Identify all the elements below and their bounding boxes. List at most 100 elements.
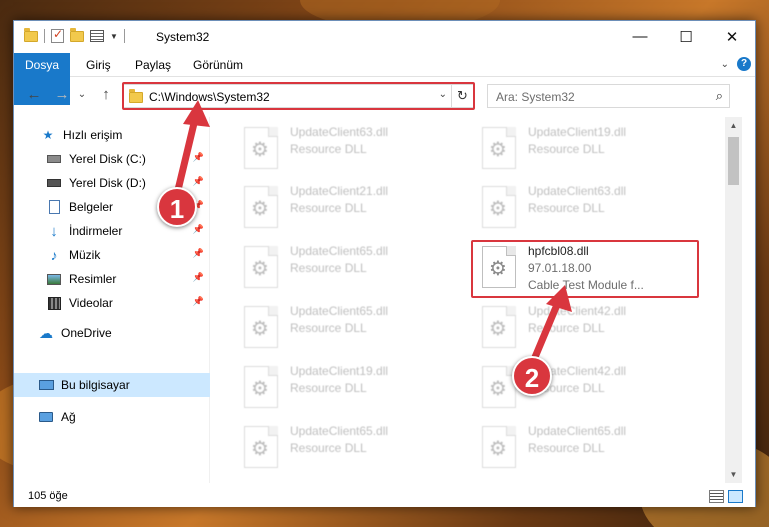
drive-icon	[46, 152, 62, 166]
file-name: UpdateClient21.dll	[290, 184, 389, 198]
pin-icon[interactable]: 📌	[193, 296, 204, 307]
item-count: 105 öğe	[28, 490, 68, 502]
sidebar-item-network[interactable]: Ağ	[14, 405, 210, 429]
gear-icon: ⚙	[251, 198, 269, 220]
file-item[interactable]: ⚙ UpdateClient19.dll Resource DLL	[232, 360, 462, 412]
pictures-icon	[46, 272, 62, 286]
file-item[interactable]: ⚙ UpdateClient63.dll Resource DLL	[232, 121, 462, 173]
maximize-button[interactable]: ☐	[663, 21, 709, 52]
pin-icon[interactable]: 📌	[193, 152, 204, 163]
details-view-icon[interactable]	[709, 490, 724, 503]
minimize-button[interactable]: —	[617, 21, 663, 52]
file-list: ⚙ UpdateClient63.dll Resource DLL ⚙ Upda…	[214, 117, 724, 483]
view-toggle	[709, 490, 743, 503]
file-name: UpdateClient65.dll	[290, 244, 389, 258]
sidebar-item-label: Videolar	[69, 296, 113, 310]
network-icon	[38, 410, 54, 424]
recent-locations-button[interactable]: ⌄	[72, 85, 92, 105]
pin-icon[interactable]: 📌	[193, 272, 204, 283]
gear-icon: ⚙	[489, 139, 507, 161]
close-button[interactable]: ✕	[709, 21, 755, 52]
gear-icon: ⚙	[489, 378, 507, 400]
file-item[interactable]: ⚙ UpdateClient65.dll Resource DLL	[232, 300, 462, 352]
dll-file-icon: ⚙	[482, 127, 516, 169]
vertical-scrollbar[interactable]: ▲ ▼	[725, 117, 742, 483]
dll-file-icon: ⚙	[244, 186, 278, 228]
scroll-up-icon[interactable]: ▲	[725, 117, 742, 134]
file-name: UpdateClient65.dll	[290, 424, 389, 438]
sidebar-item-label: Resimler	[69, 272, 117, 286]
back-button[interactable]: ←	[24, 85, 44, 105]
gear-icon: ⚙	[251, 438, 269, 460]
file-description: Resource DLL	[290, 261, 367, 275]
sidebar-item-this-pc[interactable]: Bu bilgisayar	[14, 373, 210, 397]
sidebar-item-onedrive[interactable]: ☁ OneDrive	[14, 321, 210, 345]
download-icon: ↓	[50, 222, 58, 240]
properties-check-icon[interactable]	[51, 27, 64, 43]
window-controls: — ☐ ✕	[617, 21, 755, 52]
file-item[interactable]: ⚙ UpdateClient63.dll Resource DLL	[470, 180, 700, 232]
file-item[interactable]: ⚙ UpdateClient65.dll Resource DLL	[232, 420, 462, 472]
file-description: Resource DLL	[290, 142, 367, 156]
chevron-down-icon[interactable]: ▼	[110, 32, 118, 41]
file-description: Resource DLL	[528, 321, 605, 335]
dll-file-icon: ⚙	[482, 306, 516, 348]
tab-share[interactable]: Paylaş	[135, 53, 171, 77]
ribbon-right-controls: ⌄ ?	[721, 57, 751, 71]
quick-access-toolbar: ▼	[24, 27, 125, 43]
videos-icon	[46, 296, 62, 310]
folder-icon	[24, 27, 38, 42]
sidebar-item-pictures[interactable]: Resimler 📌	[14, 267, 210, 291]
search-box[interactable]: Ara: System32 ⌕	[487, 84, 730, 108]
list-icon[interactable]	[90, 30, 104, 42]
file-description: Resource DLL	[290, 201, 367, 215]
pin-icon[interactable]: 📌	[193, 176, 204, 187]
file-item[interactable]: ⚙ UpdateClient42.dll Resource DLL	[470, 300, 700, 352]
file-name: UpdateClient19.dll	[290, 364, 389, 378]
search-icon[interactable]: ⌕	[716, 88, 723, 104]
file-description: Resource DLL	[290, 381, 367, 395]
pin-icon[interactable]: 📌	[193, 248, 204, 259]
file-item[interactable]: ⚙ UpdateClient65.dll Resource DLL	[232, 240, 462, 292]
step-1-callout: 1	[157, 187, 197, 227]
address-highlight-box	[122, 82, 475, 110]
file-name: UpdateClient19.dll	[528, 125, 627, 139]
scroll-down-icon[interactable]: ▼	[725, 466, 742, 483]
cloud-icon: ☁	[39, 324, 53, 341]
expand-ribbon-chevron-icon[interactable]: ⌄	[721, 59, 729, 70]
sidebar-item-label: Müzik	[69, 248, 101, 262]
file-description: Resource DLL	[528, 142, 605, 156]
search-input[interactable]: Ara: System32	[496, 90, 575, 104]
star-icon: ★	[42, 128, 54, 142]
new-folder-icon[interactable]	[70, 27, 84, 42]
documents-icon	[46, 200, 62, 214]
file-item[interactable]: ⚙ UpdateClient42.dll Resource DLL	[470, 360, 700, 412]
help-icon[interactable]: ?	[737, 57, 751, 71]
file-description: Resource DLL	[290, 321, 367, 335]
sidebar-item-label: Yerel Disk (C:)	[69, 152, 146, 166]
sidebar-item-disk-c[interactable]: Yerel Disk (C:) 📌	[14, 147, 210, 171]
sidebar-item-quick-access[interactable]: ★ Hızlı erişim	[14, 123, 210, 147]
tab-home[interactable]: Giriş	[86, 53, 111, 77]
file-item[interactable]: ⚙ UpdateClient21.dll Resource DLL	[232, 180, 462, 232]
sidebar-item-label: İndirmeler	[69, 224, 123, 238]
large-icons-view-icon[interactable]	[728, 490, 743, 503]
scroll-thumb[interactable]	[728, 137, 739, 185]
pin-icon[interactable]: 📌	[193, 224, 204, 235]
forward-button[interactable]: →	[52, 85, 72, 105]
dll-file-icon: ⚙	[244, 127, 278, 169]
status-bar: 105 öğe	[14, 487, 755, 507]
dll-file-icon: ⚙	[482, 366, 516, 408]
file-description: Resource DLL	[290, 441, 367, 455]
file-item[interactable]: ⚙ UpdateClient65.dll Resource DLL	[470, 420, 700, 472]
separator	[123, 29, 125, 43]
sidebar-item-videos[interactable]: Videolar 📌	[14, 291, 210, 315]
sidebar-item-music[interactable]: ♪ Müzik 📌	[14, 243, 210, 267]
separator	[44, 29, 45, 43]
file-description: Resource DLL	[528, 441, 605, 455]
dll-file-icon: ⚙	[244, 426, 278, 468]
file-item[interactable]: ⚙ UpdateClient19.dll Resource DLL	[470, 121, 700, 173]
tab-view[interactable]: Görünüm	[193, 53, 243, 77]
up-button[interactable]: ↑	[96, 85, 116, 105]
music-icon: ♪	[50, 247, 58, 263]
